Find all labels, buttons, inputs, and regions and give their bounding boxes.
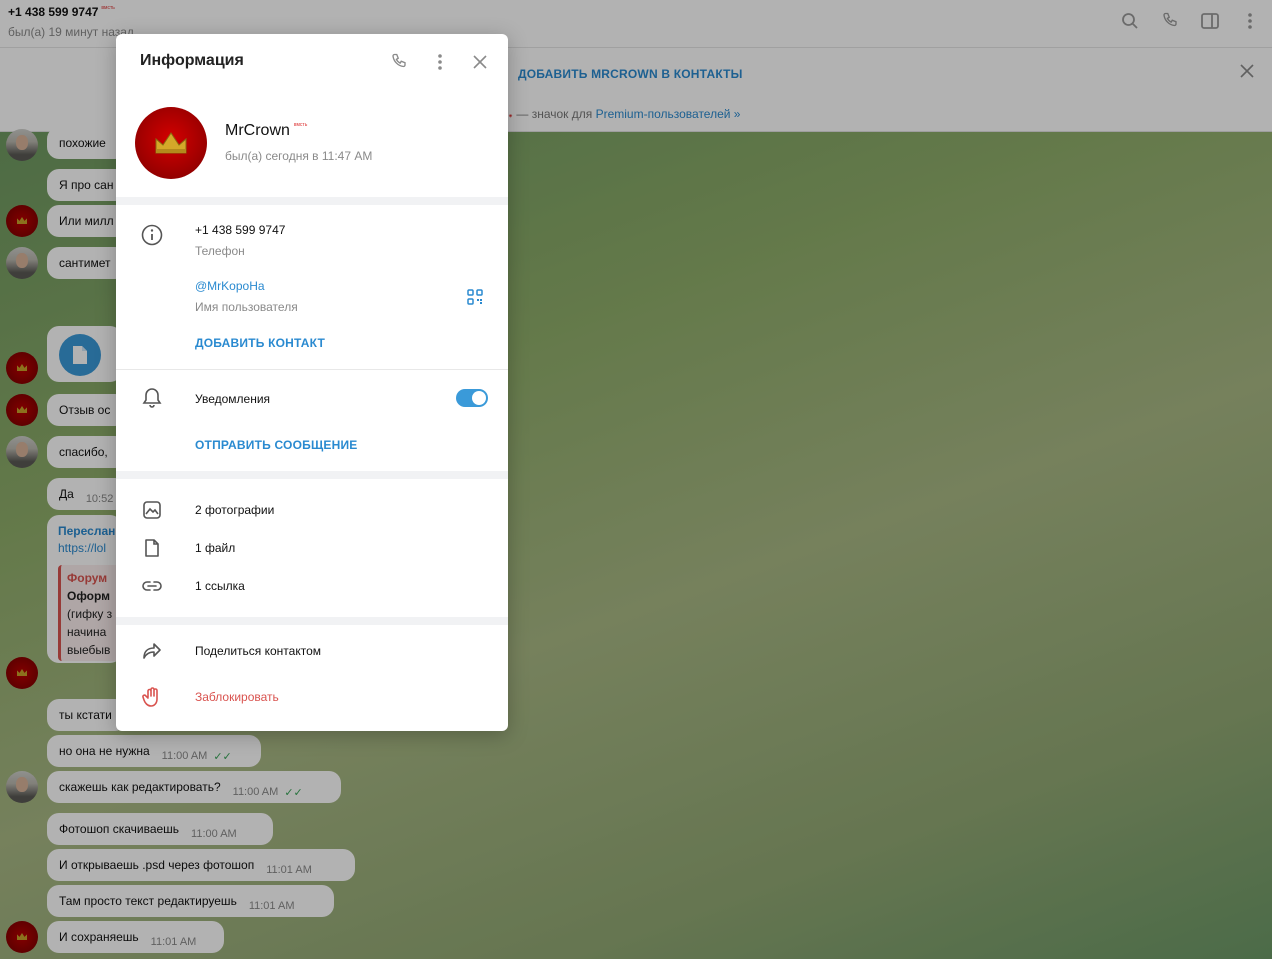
premium-tag: вмсть bbox=[293, 122, 308, 128]
divider bbox=[116, 369, 508, 370]
links-item[interactable]: 1 ссылка bbox=[195, 579, 245, 593]
crown-icon bbox=[155, 132, 187, 154]
info-icon bbox=[140, 223, 164, 247]
username-link[interactable]: @MrKopoHa bbox=[195, 279, 265, 293]
more-vertical-icon[interactable] bbox=[429, 51, 451, 73]
user-info-dialog: Информация MrCrown вмсть был(а) сегодня в… bbox=[116, 34, 508, 731]
file-icon bbox=[140, 536, 164, 560]
files-item[interactable]: 1 файл bbox=[195, 541, 235, 555]
username-label: Имя пользователя bbox=[195, 300, 298, 314]
share-icon bbox=[140, 639, 164, 663]
profile-name: MrCrown вмсть bbox=[225, 122, 308, 139]
section-divider bbox=[116, 617, 508, 625]
send-message-button[interactable]: ОТПРАВИТЬ СООБЩЕНИЕ bbox=[195, 438, 357, 452]
share-contact-button[interactable]: Поделиться контактом bbox=[195, 644, 321, 658]
qr-code-icon[interactable] bbox=[466, 288, 484, 311]
link-icon bbox=[140, 574, 164, 598]
block-button[interactable]: Заблокировать bbox=[195, 690, 279, 704]
profile-status: был(а) сегодня в 11:47 AM bbox=[225, 149, 373, 163]
photo-icon bbox=[140, 498, 164, 522]
notifications-toggle[interactable] bbox=[456, 389, 488, 407]
block-hand-icon bbox=[140, 685, 164, 709]
close-icon[interactable] bbox=[469, 51, 491, 73]
notifications-label: Уведомления bbox=[195, 392, 271, 406]
phone-label: Телефон bbox=[195, 244, 245, 258]
section-divider bbox=[116, 197, 508, 205]
profile-avatar[interactable] bbox=[135, 107, 207, 179]
section-divider bbox=[116, 471, 508, 479]
bell-icon bbox=[140, 386, 164, 410]
phone-icon[interactable] bbox=[388, 51, 410, 73]
dialog-title: Информация bbox=[140, 52, 244, 69]
phone-number[interactable]: +1 438 599 9747 bbox=[195, 223, 285, 237]
add-contact-button[interactable]: ДОБАВИТЬ КОНТАКТ bbox=[195, 336, 325, 350]
photos-item[interactable]: 2 фотографии bbox=[195, 503, 274, 517]
